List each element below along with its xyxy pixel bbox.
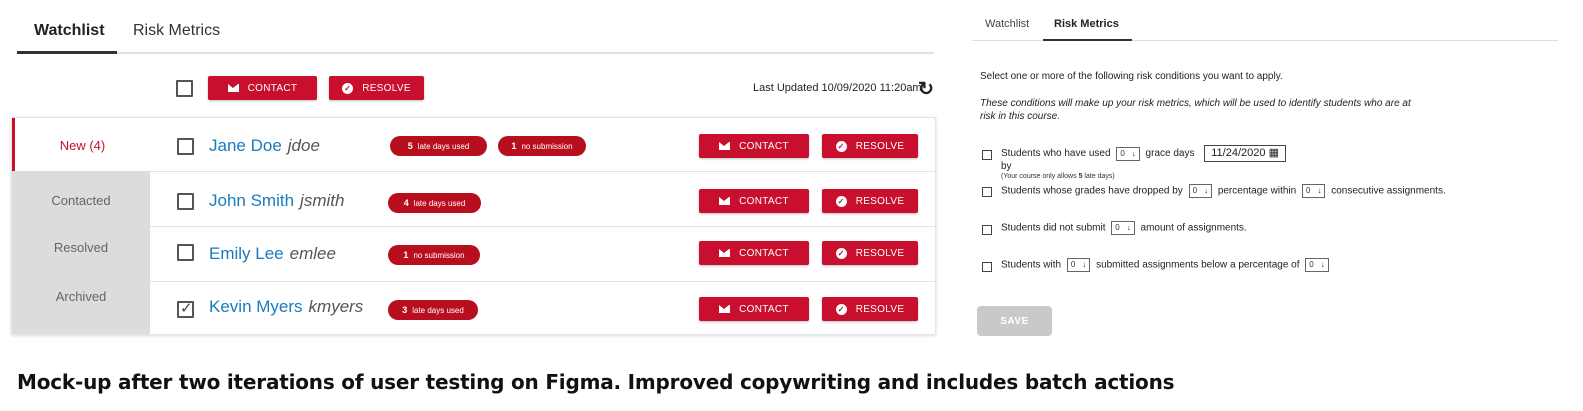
intro-text: Select one or more of the following risk…: [980, 71, 1283, 82]
batch-contact-label: CONTACT: [247, 82, 298, 94]
right-tab-bar: Watchlist Risk Metrics: [972, 0, 1558, 41]
envelope-icon: [719, 142, 731, 150]
active-tab-indicator: [17, 51, 117, 54]
check-circle-icon: ✓: [835, 247, 847, 259]
check-circle-icon: ✓: [835, 195, 847, 207]
condition-grace-days-checkbox[interactable]: [982, 150, 992, 160]
batch-contact-button[interactable]: CONTACT: [208, 76, 317, 100]
arrow-down-icon: ↓: [1082, 260, 1087, 269]
contact-button[interactable]: CONTACT: [699, 241, 809, 265]
sidebar-item-archived[interactable]: Archived: [12, 289, 150, 304]
description-line-1: These conditions will make up your risk …: [980, 98, 1411, 109]
no-submission-badge: 1 no submission: [388, 245, 480, 265]
late-days-badge: 4 late days used: [388, 193, 481, 213]
envelope-icon: [227, 84, 239, 92]
arrow-down-icon: ↓: [1126, 223, 1131, 232]
arrow-down-icon: ↓: [1204, 186, 1209, 195]
refresh-icon[interactable]: ↻: [918, 78, 934, 101]
check-circle-icon: ✓: [835, 303, 847, 315]
condition-no-submit-checkbox[interactable]: [982, 225, 992, 235]
student-name[interactable]: Kevin Myers kmyers: [209, 297, 363, 317]
resolve-button[interactable]: ✓ RESOLVE: [822, 297, 918, 321]
condition-grace-days: Students who have used 0 ↓ grace days 11/…: [1001, 145, 1286, 162]
envelope-icon: [719, 305, 731, 313]
tab-risk-metrics[interactable]: Risk Metrics: [133, 22, 220, 40]
resolve-button[interactable]: ✓ RESOLVE: [822, 134, 918, 158]
student-username: jsmith: [300, 191, 345, 210]
student-username: kmyers: [308, 297, 364, 316]
last-updated-text: Last Updated 10/09/2020 11:20am: [753, 82, 922, 94]
condition-below-percentage-checkbox[interactable]: [982, 262, 992, 272]
resolve-button[interactable]: ✓ RESOLVE: [822, 241, 918, 265]
student-name[interactable]: John Smith jsmith: [209, 191, 344, 211]
left-tab-bar: Watchlist Risk Metrics: [17, 0, 934, 54]
active-tab-indicator: [1043, 39, 1132, 41]
calendar-icon: ▦: [1268, 147, 1279, 159]
arrow-down-icon: ↓: [1131, 148, 1136, 158]
late-days-note: (Your course only allows 5 late days): [1001, 173, 1115, 180]
sidebar-item-resolved[interactable]: Resolved: [12, 240, 150, 255]
watchlist-table: New (4) Contacted Resolved Archived Jane…: [11, 117, 936, 335]
status-sidebar: New (4) Contacted Resolved Archived: [12, 118, 150, 334]
no-submit-select[interactable]: 0 ↓: [1111, 221, 1135, 235]
watchlist-panel: Watchlist Risk Metrics CONTACT ✓ RESOLVE…: [0, 0, 945, 345]
row-checkbox[interactable]: [177, 244, 194, 261]
resolve-button[interactable]: ✓ RESOLVE: [822, 189, 918, 213]
condition-no-submit: Students did not submit 0 ↓ amount of ass…: [1001, 221, 1247, 235]
table-row: Kevin Myerskmyers 3late days used CONTAC…: [150, 281, 936, 335]
condition-grade-drop-checkbox[interactable]: [982, 187, 992, 197]
check-circle-icon: ✓: [835, 140, 847, 152]
table-row: Emily Lee emlee 1 no submission CONTACT ✓ R…: [150, 228, 936, 282]
tab-risk-metrics[interactable]: Risk Metrics: [1054, 18, 1119, 30]
row-checkbox[interactable]: [177, 299, 194, 318]
tab-watchlist[interactable]: Watchlist: [34, 22, 105, 40]
date-input[interactable]: 11/24/2020 ▦: [1204, 145, 1286, 162]
batch-resolve-label: RESOLVE: [362, 82, 411, 94]
select-all-checkbox[interactable]: [176, 80, 193, 97]
save-button[interactable]: SAVE: [977, 306, 1052, 336]
consecutive-select[interactable]: 0 ↓: [1301, 184, 1326, 198]
student-name[interactable]: Emily Lee emlee: [209, 244, 336, 264]
submitted-count-select[interactable]: 0 ↓: [1066, 258, 1091, 272]
condition-by-text: by: [1001, 161, 1012, 172]
late-days-badge: 5 late days used: [390, 136, 487, 156]
table-row: Jane Doe jdoe 5 late days used 1 no submiss…: [150, 118, 936, 172]
condition-below-percentage: Students with 0 ↓ submitted assignments b…: [1001, 258, 1332, 272]
description-line-2: risk in this course.: [980, 111, 1061, 122]
grade-drop-select[interactable]: 0 ↓: [1188, 184, 1213, 198]
row-checkbox[interactable]: [177, 193, 194, 210]
grace-days-select[interactable]: 0 ↓: [1116, 146, 1140, 161]
contact-button[interactable]: CONTACT: [699, 189, 809, 213]
tab-watchlist[interactable]: Watchlist: [985, 18, 1029, 30]
student-username: jdoe: [287, 136, 320, 155]
contact-button[interactable]: CONTACT: [699, 297, 809, 321]
late-days-badge: 3 late days used: [388, 300, 478, 320]
row-checkbox[interactable]: [177, 138, 194, 155]
arrow-down-icon: ↓: [1317, 186, 1322, 195]
percentage-select[interactable]: 0 ↓: [1305, 258, 1329, 272]
arrow-down-icon: ↓: [1320, 260, 1325, 269]
contact-button[interactable]: CONTACT: [699, 134, 809, 158]
table-row: John Smith jsmith 4 late days used CONTACT…: [150, 173, 936, 227]
batch-resolve-button[interactable]: ✓ RESOLVE: [329, 76, 424, 100]
student-username: emlee: [289, 244, 336, 263]
condition-grade-drop: Students whose grades have dropped by 0 ↓…: [1001, 184, 1446, 198]
envelope-icon: [719, 249, 731, 257]
student-name[interactable]: Jane Doe jdoe: [209, 136, 320, 156]
risk-metrics-panel: Watchlist Risk Metrics Select one or mor…: [972, 0, 1583, 345]
figure-caption: Mock-up after two iterations of user tes…: [17, 370, 1175, 394]
sidebar-item-new[interactable]: New (4): [12, 118, 150, 171]
check-circle-icon: ✓: [342, 82, 354, 94]
envelope-icon: [719, 197, 731, 205]
sidebar-item-contacted[interactable]: Contacted: [12, 193, 150, 208]
no-submission-badge: 1 no submission: [498, 136, 586, 156]
